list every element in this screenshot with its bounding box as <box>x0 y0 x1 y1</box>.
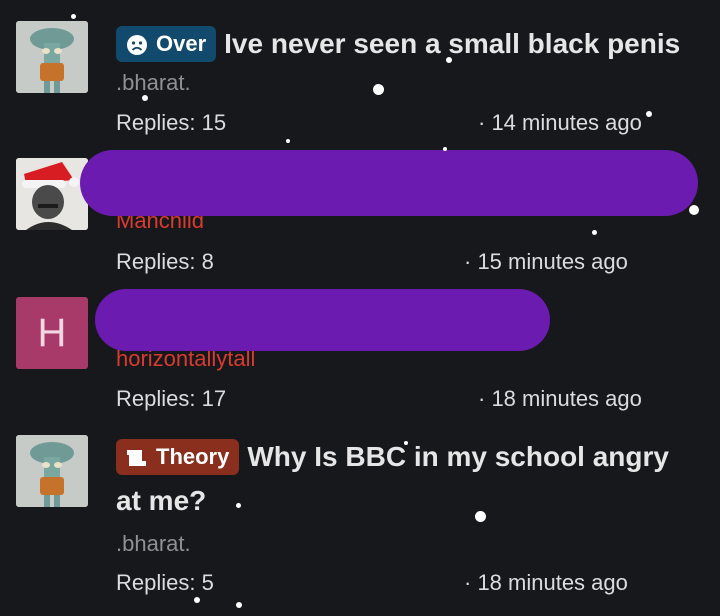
timestamp: · 18 minutes ago <box>464 570 628 595</box>
flair-tag[interactable]: Theory <box>116 439 240 475</box>
timestamp: · 15 minutes ago <box>464 249 628 274</box>
username[interactable]: .bharat. <box>116 531 191 557</box>
snowflake <box>446 57 452 63</box>
squidward-avatar-icon <box>16 435 88 507</box>
timestamp: · 18 minutes ago <box>478 386 642 411</box>
snowflake <box>443 147 447 151</box>
snowflake <box>142 95 148 101</box>
snowflake <box>689 205 699 215</box>
reply-count: Replies: 8 <box>116 249 214 274</box>
squidward-avatar-icon <box>16 21 88 93</box>
snowflake <box>404 441 408 445</box>
avatar[interactable]: H <box>16 297 88 369</box>
avatar-letter: H <box>37 310 67 355</box>
avatar[interactable] <box>16 21 88 93</box>
thread-title[interactable]: Ive never seen a small black penis <box>224 28 680 60</box>
avatar[interactable] <box>16 435 88 507</box>
santa-hat-portrait-icon <box>16 158 88 230</box>
thread-item[interactable]: Theory Why Is BBC in my school angry at … <box>0 425 720 616</box>
flair-tag[interactable]: Over <box>116 26 217 62</box>
snowflake <box>71 14 76 19</box>
avatar[interactable] <box>16 158 88 230</box>
scroll-icon <box>127 450 146 467</box>
username[interactable]: .bharat. <box>116 70 191 96</box>
snowflake <box>475 511 486 522</box>
snowflake <box>236 503 241 508</box>
thread-title-line[interactable]: Over Ive never seen a small black penis <box>116 26 680 62</box>
snowflake <box>286 139 290 143</box>
reply-count: Replies: 15 <box>116 110 227 135</box>
timestamp: · 14 minutes ago <box>478 110 642 135</box>
redaction-overlay <box>95 289 550 351</box>
flair-label: Over <box>156 31 207 56</box>
snowflake <box>236 602 242 608</box>
snowflake <box>373 84 384 95</box>
thread-item[interactable]: Over Ive never seen a small black penis … <box>0 0 720 140</box>
thread-title[interactable]: Why Is BBC in my school angry <box>247 441 669 473</box>
redaction-overlay <box>80 150 698 216</box>
reply-count: Replies: 5 <box>116 570 214 595</box>
snowflake <box>592 230 597 235</box>
snowflake <box>646 111 652 117</box>
reply-count: Replies: 17 <box>116 386 227 411</box>
thread-title-continued[interactable]: at me? <box>116 485 206 517</box>
snowflake <box>194 597 200 603</box>
flair-label: Theory <box>156 444 230 469</box>
sad-face-icon <box>127 35 147 56</box>
thread-title-line[interactable]: Theory Why Is BBC in my school angry <box>116 439 669 475</box>
